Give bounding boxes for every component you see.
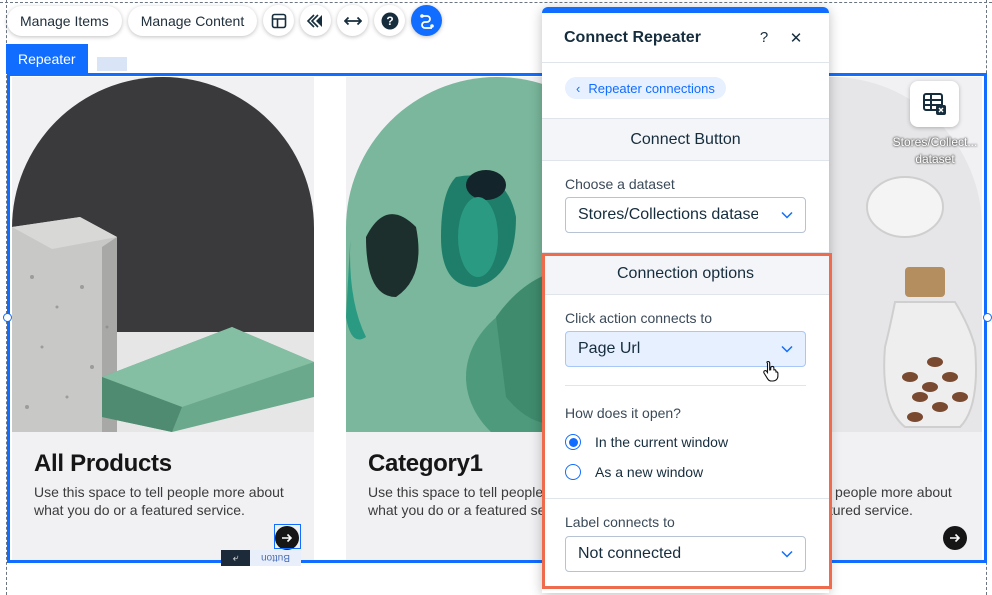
open-question-label: How does it open? bbox=[565, 405, 681, 421]
arrow-right-icon bbox=[950, 533, 961, 543]
connect-icon: ⤶ bbox=[221, 550, 250, 566]
canvas-guide-right bbox=[986, 0, 987, 595]
dataset-icon bbox=[922, 93, 946, 115]
stretch-button[interactable] bbox=[337, 5, 369, 36]
help-button[interactable]: ? bbox=[374, 5, 406, 36]
radio-label: In the current window bbox=[595, 434, 729, 450]
connect-repeater-panel: Connect Repeater ? ✕ ‹ Repeater connecti… bbox=[542, 7, 829, 593]
svg-text:?: ? bbox=[386, 14, 393, 28]
section-connect-button: Connect Button bbox=[542, 118, 829, 161]
click-action-label: Click action connects to bbox=[565, 310, 713, 326]
dataset-chip[interactable] bbox=[910, 81, 959, 127]
resize-handle-left[interactable] bbox=[3, 313, 12, 322]
item-description: Use this space to tell people more about… bbox=[34, 484, 284, 518]
help-icon: ? bbox=[381, 12, 399, 29]
close-icon[interactable]: ✕ bbox=[785, 29, 807, 47]
dataset-dropdown-value: Stores/Collections dataset bbox=[578, 206, 758, 223]
repeater-tag[interactable]: Repeater bbox=[6, 44, 88, 74]
label-connects-label: Label connects to bbox=[565, 514, 675, 530]
repeater-toolbar: Manage Items Manage Content ? bbox=[7, 5, 443, 36]
breadcrumb-repeater-connections[interactable]: ‹ Repeater connections bbox=[565, 77, 726, 99]
click-action-value: Page Url bbox=[578, 340, 641, 357]
section-connection-options: Connection options bbox=[542, 252, 829, 295]
manage-content-button[interactable]: Manage Content bbox=[127, 5, 258, 36]
chevron-down-icon bbox=[781, 550, 793, 558]
radio-current-window[interactable]: In the current window bbox=[565, 434, 806, 450]
button-tag[interactable]: ⤶ Button bbox=[221, 550, 301, 566]
connect-icon bbox=[419, 13, 434, 29]
layout-icon bbox=[271, 13, 287, 28]
breadcrumb-label: Repeater connections bbox=[588, 80, 715, 96]
dataset-dropdown[interactable]: Stores/Collections dataset bbox=[565, 197, 806, 233]
manage-items-button[interactable]: Manage Items bbox=[7, 5, 122, 36]
button-selection-frame bbox=[274, 524, 301, 549]
stretch-icon bbox=[343, 16, 362, 25]
chevron-down-icon bbox=[781, 345, 793, 353]
item-title: All Products bbox=[34, 450, 172, 477]
dataset-chip-label: Stores/Collect... dataset bbox=[892, 135, 978, 166]
chevron-down-icon bbox=[781, 211, 793, 219]
panel-title: Connect Repeater bbox=[564, 28, 701, 46]
panel-header: Connect Repeater ? ✕ bbox=[542, 13, 829, 63]
button-tag-label: Button bbox=[250, 550, 301, 566]
connect-to-data-button[interactable] bbox=[411, 5, 443, 36]
animation-button[interactable] bbox=[300, 5, 332, 36]
chevron-left-icon: ‹ bbox=[576, 80, 581, 96]
label-connects-dropdown[interactable]: Not connected bbox=[565, 536, 806, 572]
hand-cursor-icon bbox=[763, 360, 779, 382]
resize-handle-right[interactable] bbox=[983, 313, 992, 322]
help-icon[interactable]: ? bbox=[753, 29, 775, 46]
divider bbox=[565, 385, 806, 386]
canvas-guide-left bbox=[6, 0, 7, 595]
radio-label: As a new window bbox=[595, 464, 704, 480]
animation-icon bbox=[306, 13, 322, 28]
item-button[interactable] bbox=[943, 526, 967, 550]
canvas-guide-top bbox=[0, 2, 992, 3]
label-connects-value: Not connected bbox=[578, 545, 682, 562]
item-title: Category1 bbox=[368, 450, 483, 477]
radio-button[interactable] bbox=[565, 464, 581, 480]
repeater-secondary-tag bbox=[97, 57, 127, 71]
dataset-label: Choose a dataset bbox=[565, 176, 675, 192]
radio-button-selected[interactable] bbox=[565, 434, 581, 450]
repeater-item-all-products[interactable]: All Products Use this space to tell peop… bbox=[12, 77, 314, 560]
radio-new-window[interactable]: As a new window bbox=[565, 464, 806, 480]
item-image bbox=[12, 77, 314, 432]
layout-button[interactable] bbox=[263, 5, 295, 36]
